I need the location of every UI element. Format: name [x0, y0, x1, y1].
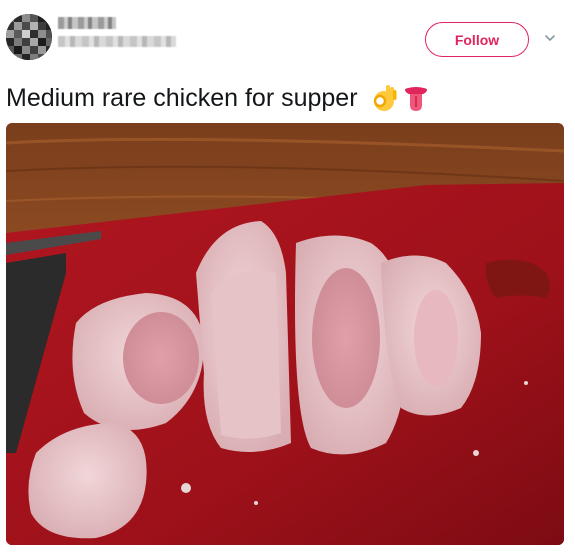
tweet-card: Follow Medium rare chicken for supper	[0, 0, 575, 554]
display-name-censored[interactable]	[58, 17, 116, 29]
follow-button[interactable]: Follow	[425, 22, 529, 57]
handle-censored	[58, 36, 176, 47]
avatar[interactable]	[6, 14, 52, 60]
tongue-face-icon	[404, 87, 427, 111]
tweet-text: Medium rare chicken for supper	[6, 82, 430, 114]
chevron-down-icon[interactable]	[544, 32, 556, 44]
avatar-pixel-image	[6, 14, 52, 60]
tweet-photo[interactable]	[6, 123, 564, 545]
user-name-block[interactable]	[58, 17, 176, 47]
chicken-photo-image	[6, 123, 564, 545]
follow-button-label: Follow	[454, 31, 500, 48]
ok-hand-icon	[373, 85, 397, 111]
tweet-text-content: Medium rare chicken for supper	[6, 84, 358, 112]
